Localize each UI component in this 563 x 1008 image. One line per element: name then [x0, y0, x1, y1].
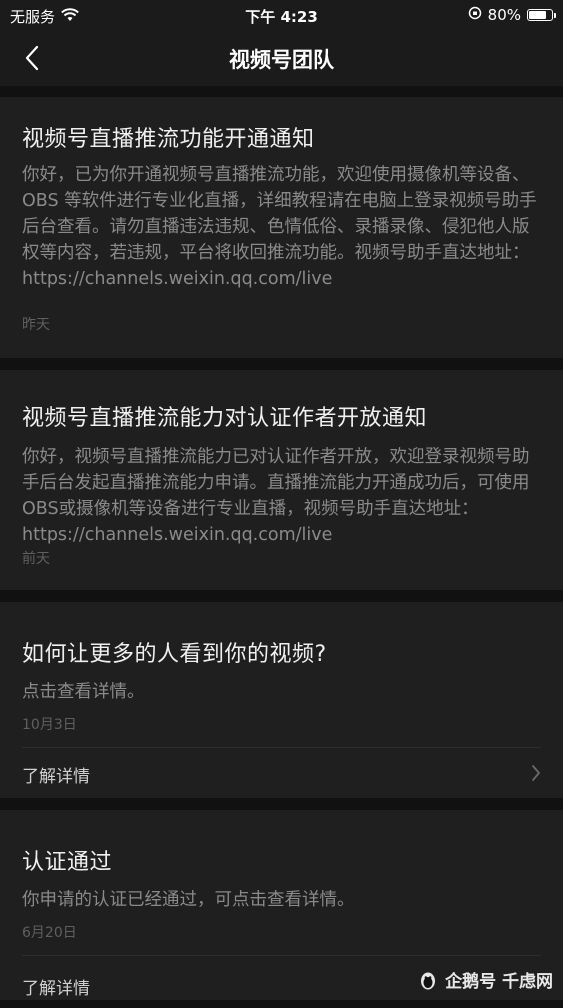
status-right: 80% — [468, 6, 553, 24]
message-body: 你好，已为你开通视频号直播推流功能，欢迎使用摄像机等设备、OBS 等软件进行专业… — [22, 162, 543, 292]
message-date: 昨天 — [22, 314, 50, 334]
learn-more-label: 了解详情 — [22, 974, 90, 999]
message-body: 你申请的认证已经通过，可点击查看详情。 — [22, 887, 543, 913]
battery-percent: 80% — [488, 6, 521, 24]
page-title: 视频号团队 — [0, 44, 563, 74]
message-title: 如何让更多的人看到你的视频? — [22, 636, 541, 668]
message-date: 10月3日 — [22, 714, 77, 734]
message-date: 前天 — [22, 548, 50, 568]
message-card[interactable]: 视频号直播推流能力对认证作者开放通知 你好，视频号直播推流能力已对认证作者开放，… — [0, 370, 563, 590]
penguin-logo-icon — [417, 969, 439, 991]
message-title: 视频号直播推流能力对认证作者开放通知 — [22, 400, 541, 432]
message-title: 认证通过 — [22, 844, 541, 876]
message-card[interactable]: 如何让更多的人看到你的视频? 点击查看详情。 10月3日 了解详情 — [0, 602, 563, 798]
message-date: 6月20日 — [22, 922, 77, 942]
learn-more-label: 了解详情 — [22, 762, 90, 787]
message-title: 视频号直播推流功能开通通知 — [22, 121, 541, 153]
status-bar: 无服务 下午 4:23 80% — [0, 0, 563, 30]
chevron-right-icon — [531, 764, 541, 786]
battery-icon — [527, 9, 553, 21]
message-card[interactable]: 视频号直播推流功能开通通知 你好，已为你开通视频号直播推流功能，欢迎使用摄像机等… — [0, 97, 563, 358]
watermark-text: 企鹅号 千虑网 — [445, 967, 553, 992]
nav-bar: 视频号团队 — [0, 30, 563, 86]
message-body: 点击查看详情。 — [22, 679, 543, 705]
message-body: 你好，视频号直播推流能力已对认证作者开放，欢迎登录视频号助手后台发起直播推流能力… — [22, 444, 543, 548]
watermark: 企鹅号 千虑网 — [417, 967, 553, 992]
orientation-lock-icon — [468, 6, 482, 24]
learn-more-row[interactable]: 了解详情 — [0, 748, 563, 800]
